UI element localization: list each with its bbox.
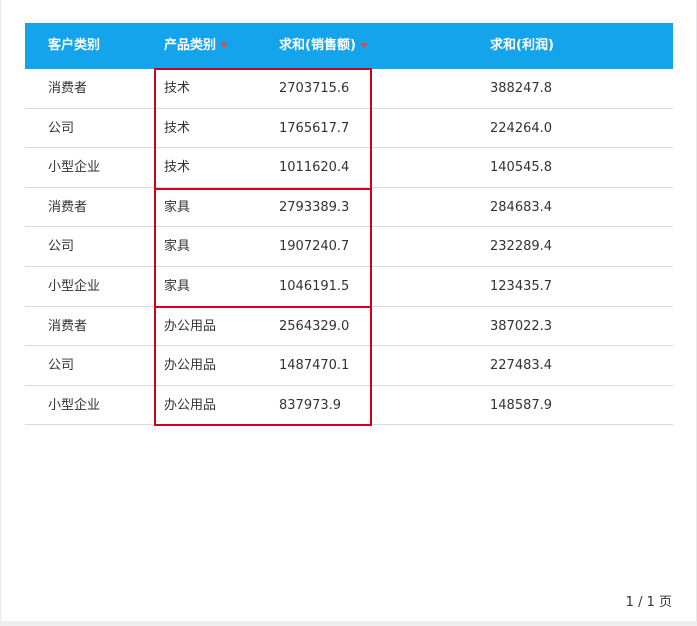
header-product-type[interactable]: 产品类别 — [164, 23, 229, 69]
cell-sales: 1046191.5 — [279, 278, 350, 294]
cell-category: 家具 — [164, 239, 191, 255]
cell-category: 技术 — [164, 120, 191, 136]
cell-category: 办公用品 — [164, 397, 217, 413]
data-table: 客户类别 产品类别 求和(销售额) 求和(利润) 消费者 技术 2703715.… — [25, 23, 673, 426]
table-row: 小型企业 家具 1046191.5 123435.7 — [25, 267, 673, 307]
cell-profit: 140545.8 — [490, 160, 553, 176]
cell-profit: 388247.8 — [490, 81, 553, 96]
cell-customer: 消费者 — [48, 199, 88, 215]
cell-customer: 公司 — [48, 239, 75, 255]
sort-down-icon[interactable] — [359, 43, 368, 48]
cell-sales: 1765617.7 — [279, 120, 350, 136]
cell-customer: 公司 — [48, 120, 75, 136]
header-sum-profit[interactable]: 求和(利润) — [490, 23, 554, 69]
cell-category: 家具 — [164, 199, 191, 215]
table-row: 消费者 办公用品 2564329.0 387022.3 — [25, 307, 673, 347]
table-row: 公司 办公用品 1487470.1 227483.4 — [25, 346, 673, 386]
cell-profit: 227483.4 — [490, 358, 553, 374]
cell-profit: 284683.4 — [490, 199, 553, 215]
header-product-type-label: 产品类别 — [164, 38, 217, 53]
table-row: 小型企业 技术 1011620.4 140545.8 — [25, 148, 673, 188]
cell-sales: 837973.9 — [279, 397, 342, 413]
cell-customer: 小型企业 — [48, 278, 101, 294]
page-indicator: 1 / 1 页 — [625, 595, 672, 610]
cell-category: 家具 — [164, 278, 191, 294]
cell-customer: 小型企业 — [48, 160, 101, 176]
panel-left-border — [0, 0, 1, 622]
header-customer-type[interactable]: 客户类别 — [48, 23, 100, 69]
cell-category: 技术 — [164, 160, 191, 176]
table-row: 小型企业 办公用品 837973.9 148587.9 — [25, 386, 673, 426]
cell-sales: 2703715.6 — [279, 81, 350, 96]
header-sum-sales[interactable]: 求和(销售额) — [279, 23, 368, 69]
cell-profit: 387022.3 — [490, 318, 553, 334]
cell-sales: 1011620.4 — [279, 160, 350, 176]
cell-customer: 消费者 — [48, 81, 88, 96]
cell-profit: 232289.4 — [490, 239, 553, 255]
cell-profit: 123435.7 — [490, 278, 553, 294]
cell-sales: 2793389.3 — [279, 199, 350, 215]
cell-customer: 小型企业 — [48, 397, 101, 413]
cell-category: 技术 — [164, 81, 191, 96]
table-row: 公司 技术 1765617.7 224264.0 — [25, 109, 673, 149]
panel-bottom-border — [0, 621, 697, 626]
cell-category: 办公用品 — [164, 358, 217, 374]
cell-customer: 消费者 — [48, 318, 88, 334]
cell-profit: 224264.0 — [490, 120, 553, 136]
cell-category: 办公用品 — [164, 318, 217, 334]
table-row: 消费者 技术 2703715.6 388247.8 — [25, 69, 673, 109]
cell-sales: 1907240.7 — [279, 239, 350, 255]
sort-down-icon[interactable] — [220, 43, 229, 48]
cell-sales: 1487470.1 — [279, 358, 350, 374]
table-row: 消费者 家具 2793389.3 284683.4 — [25, 188, 673, 228]
cell-profit: 148587.9 — [490, 397, 553, 413]
cell-sales: 2564329.0 — [279, 318, 350, 334]
header-sum-sales-label: 求和(销售额) — [279, 38, 356, 53]
table-row: 公司 家具 1907240.7 232289.4 — [25, 227, 673, 267]
table-header: 客户类别 产品类别 求和(销售额) 求和(利润) — [25, 23, 673, 69]
cell-customer: 公司 — [48, 358, 75, 374]
